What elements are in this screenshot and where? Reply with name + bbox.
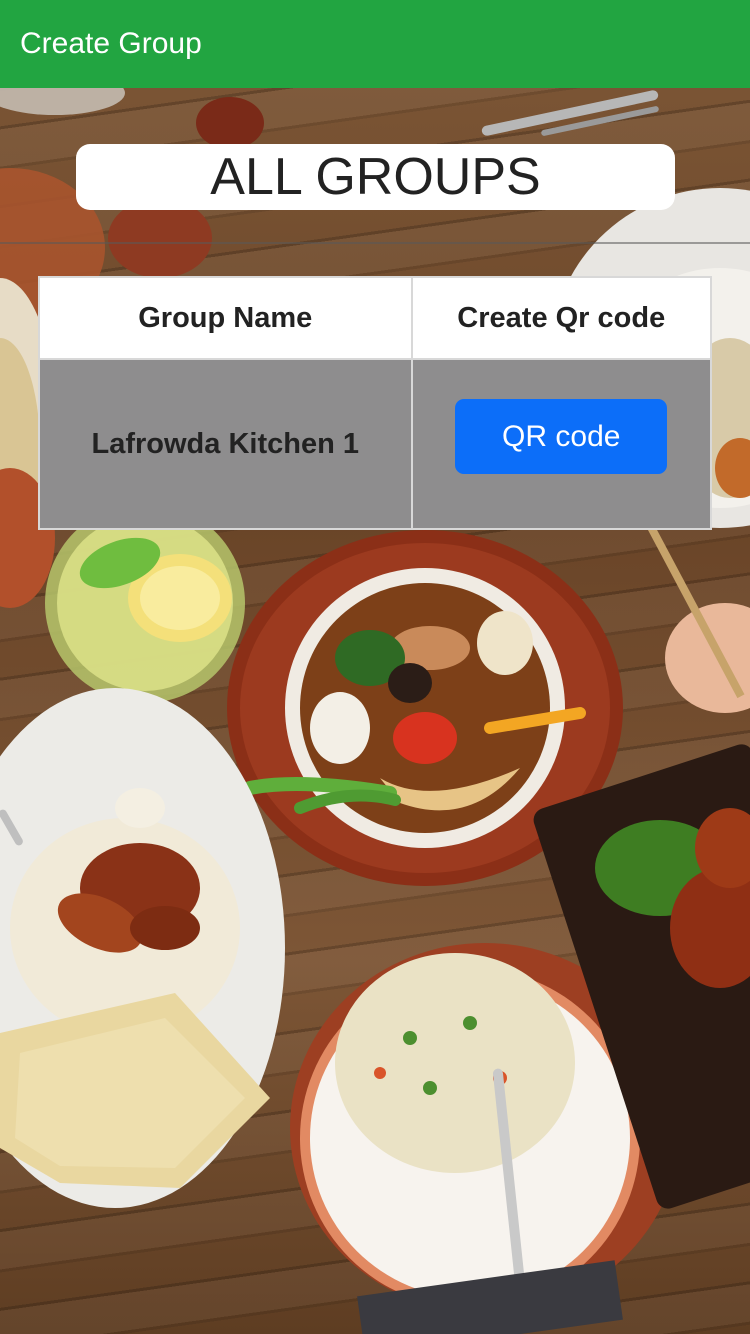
app-bar-title: Create Group — [20, 27, 202, 60]
food-photo-illustration — [0, 88, 750, 1334]
header-divider — [0, 242, 750, 244]
page-title-card: ALL GROUPS — [76, 144, 675, 210]
table-row: Lafrowda Kitchen 1 QR code — [38, 358, 713, 530]
food-photo-background — [0, 88, 750, 1334]
qr-code-button[interactable]: QR code — [455, 398, 668, 474]
page-title: ALL GROUPS — [210, 148, 541, 206]
column-header-create-qr-code: Create Qr code — [410, 276, 713, 360]
app-bar: Create Group — [0, 0, 750, 88]
table-header-row: Group Name Create Qr code — [38, 276, 713, 360]
qr-action-cell: QR code — [410, 358, 713, 530]
group-name-cell: Lafrowda Kitchen 1 — [38, 358, 413, 530]
groups-table: Group Name Create Qr code Lafrowda Kitch… — [38, 276, 713, 530]
column-header-group-name: Group Name — [38, 276, 413, 360]
